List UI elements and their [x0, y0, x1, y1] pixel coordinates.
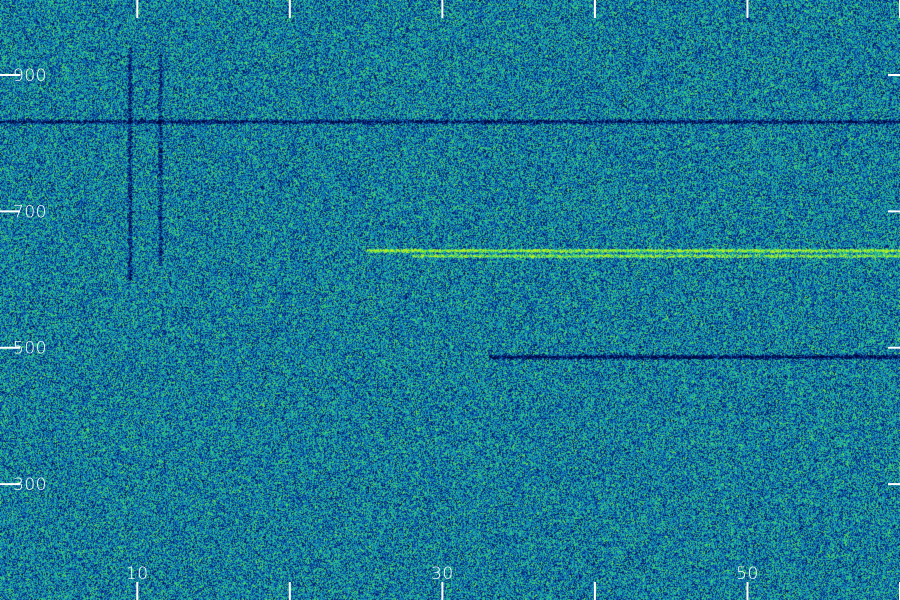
- x-tick-label: 10: [126, 564, 149, 584]
- x-tick-label: 50: [736, 564, 759, 584]
- y-tick-label: 300: [13, 475, 47, 495]
- x-tick-label: 30: [431, 564, 454, 584]
- y-tick-label: 500: [13, 339, 47, 359]
- spectrogram-view: 10 30 50 900 700 500 300: [0, 0, 900, 600]
- y-tick-label: 700: [13, 202, 47, 222]
- axis-overlay: 10 30 50 900 700 500 300: [0, 0, 900, 600]
- y-tick-label: 900: [13, 66, 47, 86]
